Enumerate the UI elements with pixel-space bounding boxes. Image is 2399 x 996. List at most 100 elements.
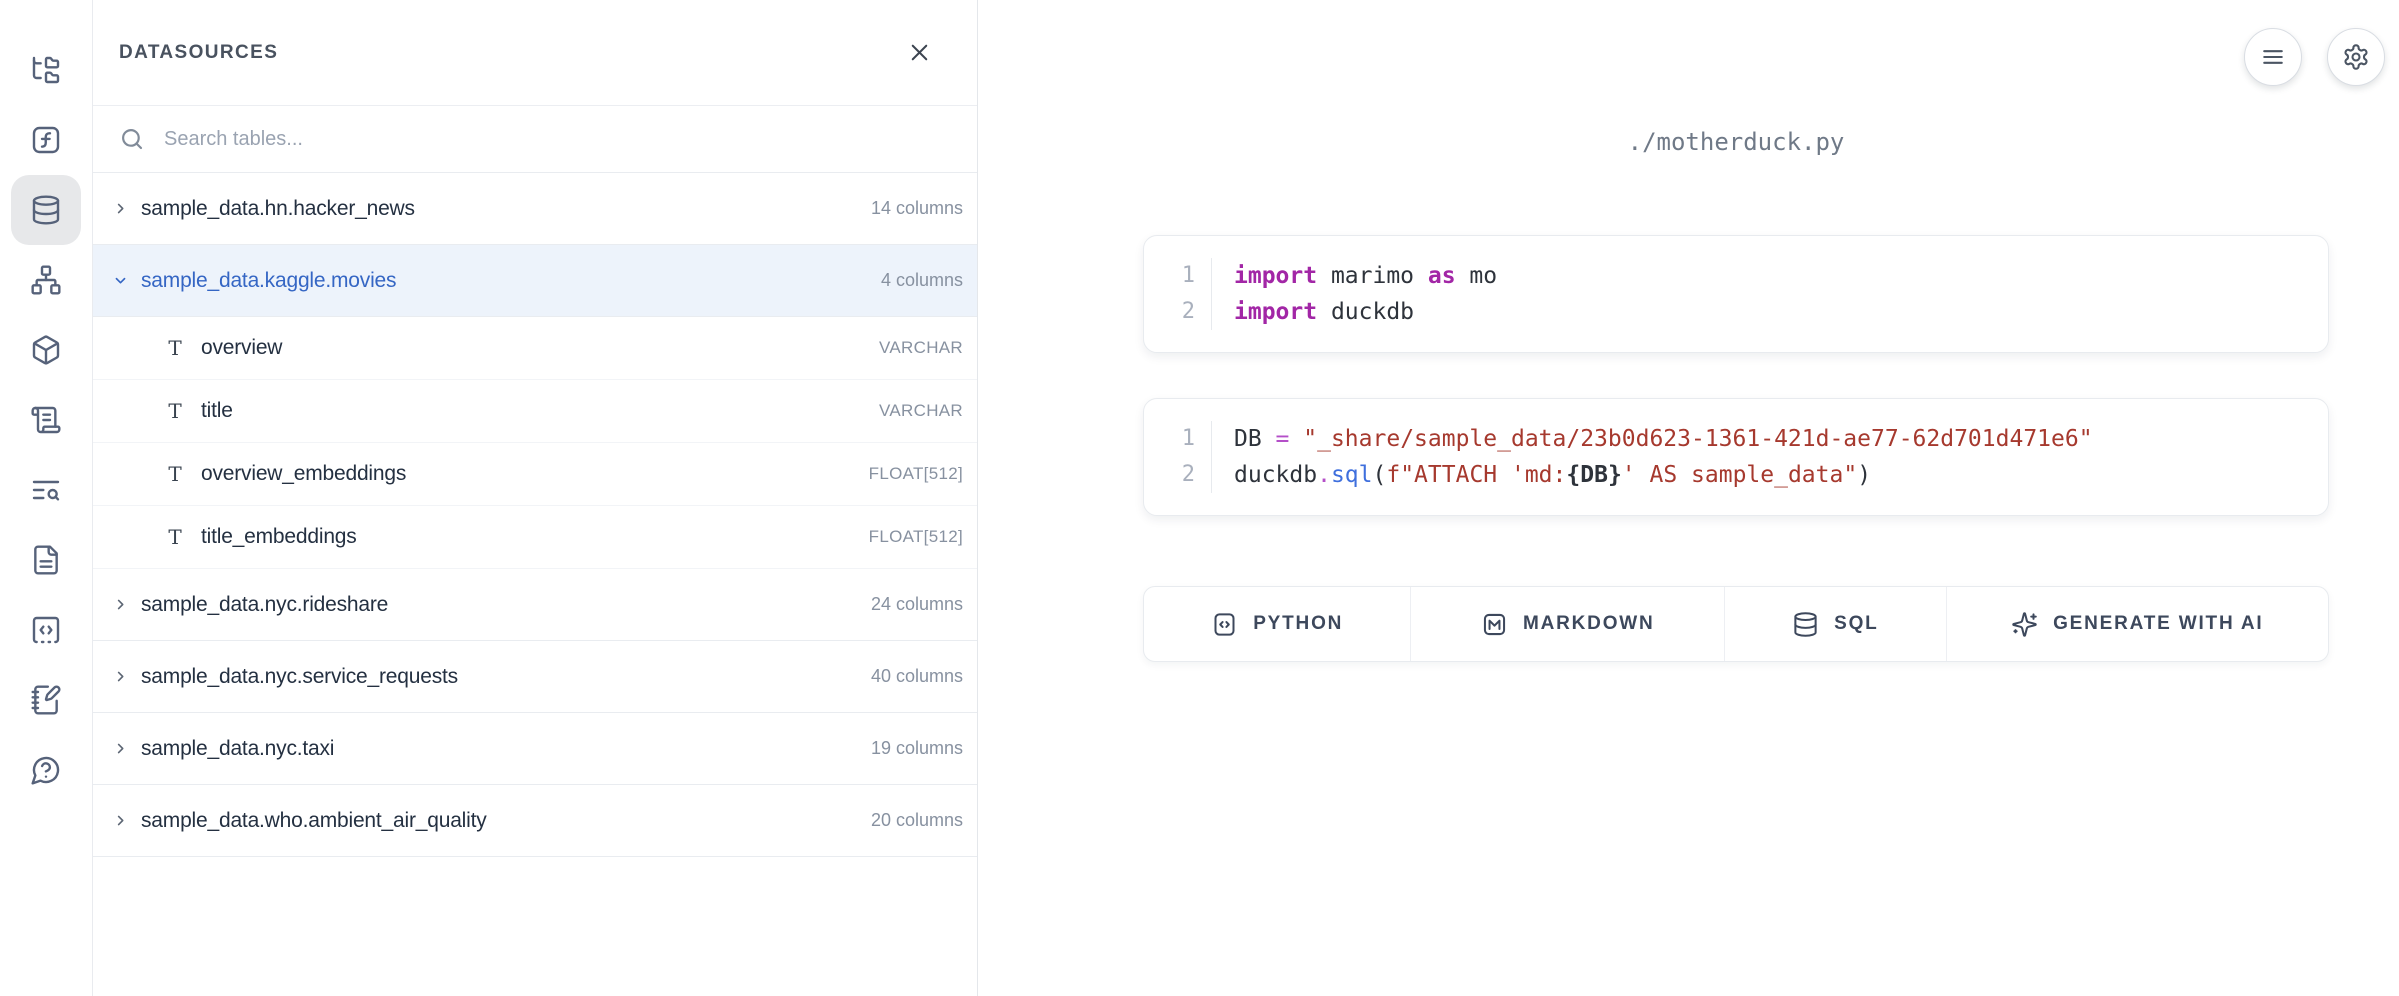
scroll-text-icon bbox=[30, 404, 62, 436]
sidebar-item-datasources[interactable] bbox=[11, 175, 81, 245]
app-window: DATASOURCES sample_data.hn.hacker_news 14… bbox=[0, 0, 2399, 996]
sidebar-item-packages[interactable] bbox=[11, 315, 81, 385]
add-markdown-cell-button[interactable]: MARKDOWN bbox=[1410, 587, 1724, 661]
column-name: overview_embeddings bbox=[201, 462, 406, 486]
column-row[interactable]: Toverview_embeddings FLOAT[512] bbox=[93, 443, 977, 506]
add-cell-bar: PYTHON MARKDOWN SQL GENERATE WITH AI bbox=[1143, 586, 2329, 662]
notebook-pen-icon bbox=[30, 684, 62, 716]
sidebar-item-scratchpad[interactable] bbox=[11, 665, 81, 735]
code-square-icon bbox=[1211, 611, 1238, 638]
message-question-icon bbox=[30, 754, 62, 786]
column-count: 19 columns bbox=[871, 738, 963, 759]
add-button-label: SQL bbox=[1834, 613, 1878, 635]
add-button-label: MARKDOWN bbox=[1523, 613, 1655, 635]
text-type-icon: T bbox=[164, 399, 186, 423]
notebook-filename: ./motherduck.py bbox=[1143, 128, 2329, 156]
table-name: sample_data.nyc.service_requests bbox=[141, 665, 458, 689]
text-search-icon bbox=[30, 474, 62, 506]
database-icon bbox=[30, 194, 62, 226]
sidebar-item-logs[interactable] bbox=[11, 385, 81, 455]
add-sql-cell-button[interactable]: SQL bbox=[1724, 587, 1945, 661]
sidebar-item-snippets[interactable] bbox=[11, 595, 81, 665]
sidebar-item-file-explorer[interactable] bbox=[11, 35, 81, 105]
datasources-panel: DATASOURCES sample_data.hn.hacker_news 14… bbox=[93, 0, 978, 996]
sidebar-item-variables[interactable] bbox=[11, 105, 81, 175]
table-row[interactable]: sample_data.kaggle.movies 4 columns bbox=[93, 245, 977, 317]
code-editor[interactable]: DB = "_share/sample_data/23b0d623-1361-4… bbox=[1212, 421, 2093, 493]
text-type-icon: T bbox=[164, 525, 186, 549]
table-name: sample_data.nyc.rideshare bbox=[141, 593, 388, 617]
column-row[interactable]: Toverview VARCHAR bbox=[93, 317, 977, 380]
close-icon bbox=[906, 39, 933, 66]
database-icon bbox=[1792, 611, 1819, 638]
file-text-icon bbox=[30, 544, 62, 576]
function-square-icon bbox=[30, 124, 62, 156]
table-name: sample_data.who.ambient_air_quality bbox=[141, 809, 487, 833]
column-type: VARCHAR bbox=[879, 338, 963, 358]
square-code-icon bbox=[30, 614, 62, 646]
table-name: sample_data.hn.hacker_news bbox=[141, 197, 415, 221]
sidebar-item-help[interactable] bbox=[11, 735, 81, 805]
table-search-bar bbox=[93, 106, 977, 173]
table-row[interactable]: sample_data.hn.hacker_news 14 columns bbox=[93, 173, 977, 245]
notebook-topbar bbox=[2244, 28, 2385, 86]
table-row[interactable]: sample_data.who.ambient_air_quality 20 co… bbox=[93, 785, 977, 857]
notebook-menu-button[interactable] bbox=[2244, 28, 2302, 86]
column-row[interactable]: Ttitle_embeddings FLOAT[512] bbox=[93, 506, 977, 569]
hamburger-menu-icon bbox=[2259, 43, 2287, 71]
chevron-right-icon bbox=[113, 669, 128, 684]
column-type: FLOAT[512] bbox=[869, 464, 963, 484]
chevron-right-icon bbox=[113, 597, 128, 612]
chevron-right-icon bbox=[113, 201, 128, 216]
table-row[interactable]: sample_data.nyc.service_requests 40 colum… bbox=[93, 641, 977, 713]
column-count: 20 columns bbox=[871, 810, 963, 831]
column-count: 4 columns bbox=[881, 270, 963, 291]
chevron-right-icon bbox=[113, 813, 128, 828]
panel-header: DATASOURCES bbox=[93, 0, 977, 106]
column-row[interactable]: Ttitle VARCHAR bbox=[93, 380, 977, 443]
panel-title: DATASOURCES bbox=[119, 42, 278, 64]
code-cell: 12import marimo as moimport duckdb bbox=[1143, 235, 2329, 353]
sidebar-item-documentation[interactable] bbox=[11, 525, 81, 595]
line-numbers: 12 bbox=[1144, 421, 1212, 493]
code-cell: 12DB = "_share/sample_data/23b0d623-1361… bbox=[1143, 398, 2329, 516]
column-count: 24 columns bbox=[871, 594, 963, 615]
table-row[interactable]: sample_data.nyc.taxi 19 columns bbox=[93, 713, 977, 785]
table-list: sample_data.hn.hacker_news14 columnssamp… bbox=[93, 173, 977, 996]
column-name: title_embeddings bbox=[201, 525, 357, 549]
settings-button[interactable] bbox=[2327, 28, 2385, 86]
text-type-icon: T bbox=[164, 462, 186, 486]
notebook-content: ./motherduck.py 12import marimo as moimp… bbox=[1143, 128, 2329, 662]
cells-container: 12import marimo as moimport duckdb12DB =… bbox=[1143, 235, 2329, 516]
column-type: VARCHAR bbox=[879, 401, 963, 421]
add-button-label: GENERATE WITH AI bbox=[2053, 613, 2263, 635]
code-editor[interactable]: import marimo as moimport duckdb bbox=[1212, 258, 1497, 330]
chevron-down-icon bbox=[113, 273, 128, 288]
sparkles-icon bbox=[2011, 611, 2038, 638]
folder-tree-icon bbox=[30, 54, 62, 86]
add-button-label: PYTHON bbox=[1253, 613, 1343, 635]
markdown-icon bbox=[1481, 611, 1508, 638]
box-icon bbox=[30, 334, 62, 366]
network-icon bbox=[30, 264, 62, 296]
search-input[interactable] bbox=[162, 127, 951, 152]
table-row[interactable]: sample_data.nyc.rideshare 24 columns bbox=[93, 569, 977, 641]
sidebar-item-outline[interactable] bbox=[11, 455, 81, 525]
line-numbers: 12 bbox=[1144, 258, 1212, 330]
table-name: sample_data.kaggle.movies bbox=[141, 269, 396, 293]
close-panel-button[interactable] bbox=[906, 39, 933, 66]
text-type-icon: T bbox=[164, 336, 186, 360]
chevron-right-icon bbox=[113, 741, 128, 756]
column-count: 14 columns bbox=[871, 198, 963, 219]
column-count: 40 columns bbox=[871, 666, 963, 687]
generate-with-ai-button[interactable]: GENERATE WITH AI bbox=[1946, 587, 2328, 661]
column-type: FLOAT[512] bbox=[869, 527, 963, 547]
search-icon bbox=[119, 126, 145, 152]
column-name: title bbox=[201, 399, 233, 423]
table-name: sample_data.nyc.taxi bbox=[141, 737, 334, 761]
activity-rail bbox=[0, 0, 93, 996]
sidebar-item-dependencies[interactable] bbox=[11, 245, 81, 315]
column-name: overview bbox=[201, 336, 282, 360]
add-python-cell-button[interactable]: PYTHON bbox=[1144, 587, 1410, 661]
gear-icon bbox=[2342, 43, 2370, 71]
